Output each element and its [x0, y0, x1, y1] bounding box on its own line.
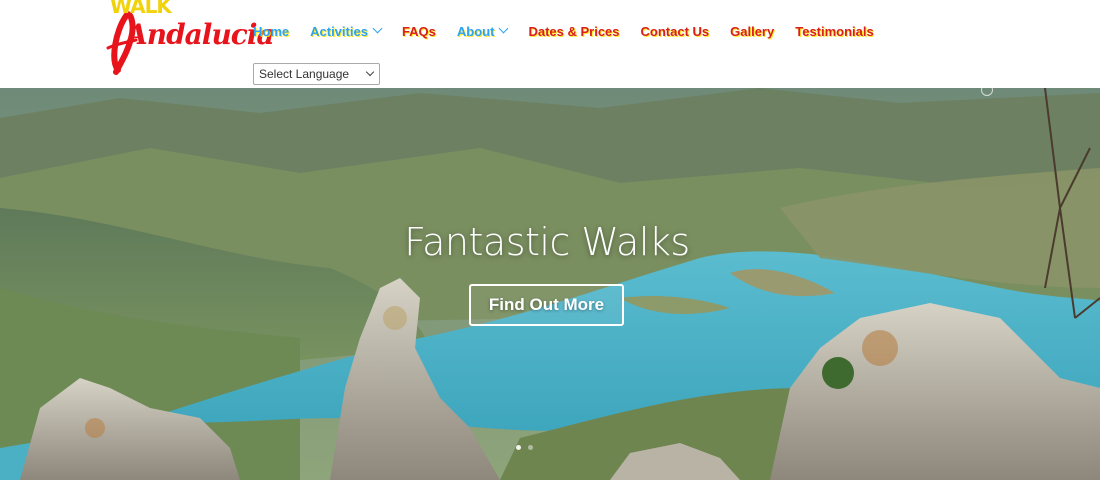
- nav-item-activities[interactable]: Activities: [310, 23, 383, 39]
- chevron-down-icon: [372, 23, 383, 33]
- nav-item-dates-prices-label: Dates & Prices: [528, 23, 620, 39]
- site-header: WALK Andalucia Home Activities FAQs Abou…: [0, 0, 1100, 88]
- nav-item-home[interactable]: Home: [253, 24, 289, 39]
- language-select[interactable]: Select Language: [253, 63, 380, 85]
- find-out-more-button[interactable]: Find Out More: [469, 284, 624, 326]
- hero-title: Fantastic Walks: [404, 220, 690, 264]
- nav-item-home-label: Home: [253, 23, 290, 39]
- nav-item-faqs[interactable]: FAQs: [402, 24, 436, 39]
- nav-item-gallery[interactable]: Gallery: [730, 24, 774, 39]
- nav-item-contact-us-label: Contact Us: [640, 23, 710, 39]
- hero-slider: Fantastic Walks Find Out More: [0, 88, 1100, 480]
- chevron-down-icon: [499, 23, 509, 33]
- language-select-value: Select Language: [259, 67, 350, 81]
- nav-item-faqs-label: FAQs: [401, 23, 436, 39]
- nav-item-dates-prices[interactable]: Dates & Prices: [528, 24, 619, 39]
- slider-dot-2[interactable]: [528, 445, 533, 450]
- nav-item-gallery-label: Gallery: [730, 23, 775, 39]
- nav-item-about-label: About: [456, 23, 495, 39]
- nav-item-contact-us[interactable]: Contact Us: [641, 24, 710, 39]
- nav-item-activities-label: Activities: [310, 23, 368, 39]
- nav-item-testimonials-label: Testimonials: [795, 23, 874, 39]
- chevron-down-icon: [365, 67, 375, 77]
- nav-item-about[interactable]: About: [456, 23, 509, 39]
- walk-andalucia-logo[interactable]: WALK Andalucia: [96, 0, 275, 78]
- nav-item-testimonials[interactable]: Testimonials: [795, 24, 874, 39]
- main-nav: Home Activities FAQs About Dates & Price…: [253, 21, 895, 41]
- logo-andalucia-text: Andalucia: [126, 18, 275, 51]
- logo-walk-text: WALK: [110, 0, 172, 18]
- slider-dot-1[interactable]: [516, 445, 521, 450]
